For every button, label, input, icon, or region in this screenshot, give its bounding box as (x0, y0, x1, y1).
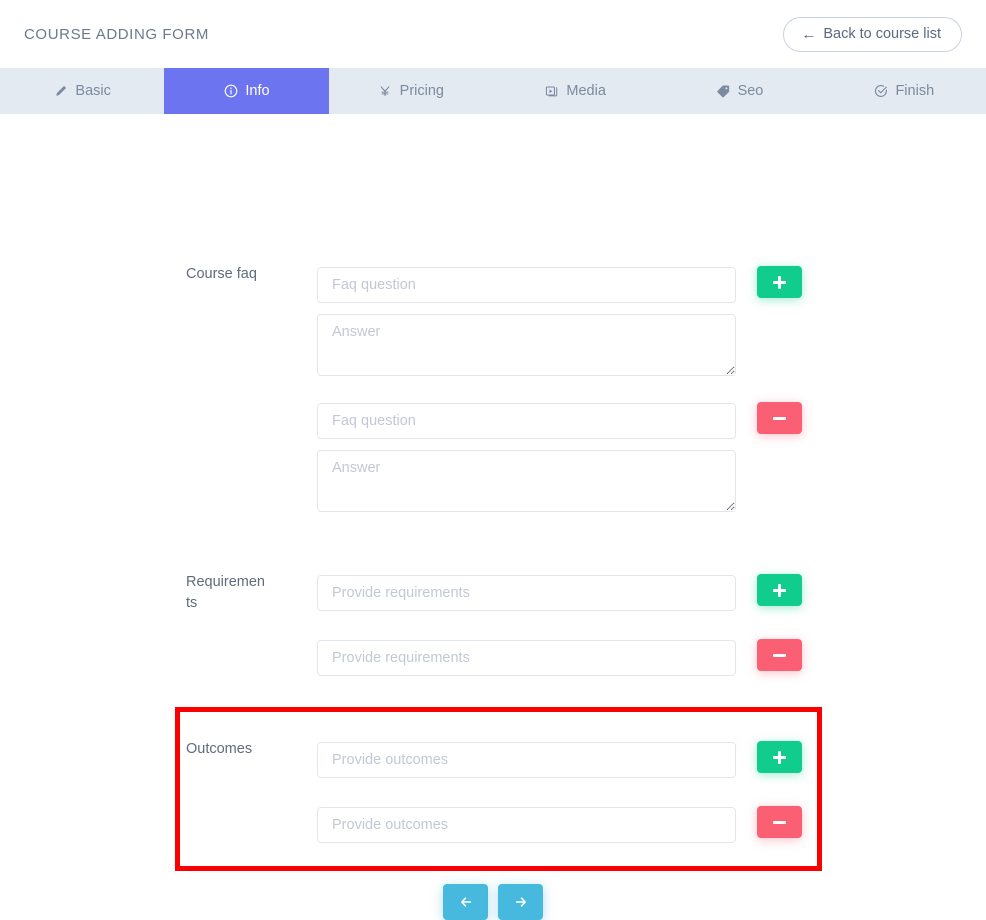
tab-seo-label: Seo (738, 83, 764, 99)
faq-add-button[interactable] (757, 266, 802, 298)
back-to-course-list-label: Back to course list (823, 27, 941, 42)
info-circle-icon (223, 84, 238, 99)
tag-icon (716, 84, 731, 99)
plus-icon (773, 276, 786, 289)
requirements-remove-button[interactable] (757, 639, 802, 671)
arrow-left-icon (459, 895, 473, 909)
check-circle-icon (873, 84, 888, 99)
tab-info-label: Info (245, 83, 269, 99)
tab-info[interactable]: Info (164, 68, 328, 114)
requirements-input-2[interactable] (317, 640, 736, 676)
pencil-icon (53, 84, 68, 99)
requirements-label: Requirements (186, 572, 266, 613)
yen-icon (378, 84, 393, 99)
tab-seo[interactable]: Seo (657, 68, 821, 114)
faq-answer-textarea-2[interactable] (317, 450, 736, 512)
previous-step-button[interactable] (443, 884, 488, 920)
outcomes-add-button[interactable] (757, 741, 802, 773)
tab-finish[interactable]: Finish (822, 68, 986, 114)
plus-icon (773, 584, 786, 597)
tab-basic-label: Basic (75, 83, 110, 99)
requirements-input-1[interactable] (317, 575, 736, 611)
tab-pricing-label: Pricing (400, 83, 444, 99)
arrow-right-icon (514, 895, 528, 909)
faq-answer-textarea-1[interactable] (317, 314, 736, 376)
faq-remove-button[interactable] (757, 402, 802, 434)
wizard-navigation (0, 884, 986, 920)
plus-icon (773, 751, 786, 764)
tab-pricing[interactable]: Pricing (329, 68, 493, 114)
next-step-button[interactable] (498, 884, 543, 920)
faq-label: Course faq (186, 264, 266, 285)
faq-question-input-1[interactable] (317, 267, 736, 303)
minus-icon (773, 649, 786, 662)
tab-media-label: Media (566, 83, 606, 99)
outcomes-label: Outcomes (186, 739, 266, 760)
back-to-course-list-button[interactable]: ← Back to course list (783, 17, 962, 52)
minus-icon (773, 816, 786, 829)
outcomes-remove-button[interactable] (757, 806, 802, 838)
wizard-tab-bar: Basic Info Pricing (0, 68, 986, 114)
outcomes-input-2[interactable] (317, 807, 736, 843)
page-title: COURSE ADDING FORM (24, 26, 209, 43)
tab-media[interactable]: Media (493, 68, 657, 114)
tab-finish-label: Finish (895, 83, 934, 99)
outcomes-input-1[interactable] (317, 742, 736, 778)
media-icon (544, 84, 559, 99)
minus-icon (773, 412, 786, 425)
outcomes-highlight-box (175, 707, 822, 871)
faq-question-input-2[interactable] (317, 403, 736, 439)
tab-basic[interactable]: Basic (0, 68, 164, 114)
requirements-add-button[interactable] (757, 574, 802, 606)
arrow-left-icon: ← (801, 27, 816, 42)
page-header: COURSE ADDING FORM ← Back to course list (0, 0, 986, 68)
